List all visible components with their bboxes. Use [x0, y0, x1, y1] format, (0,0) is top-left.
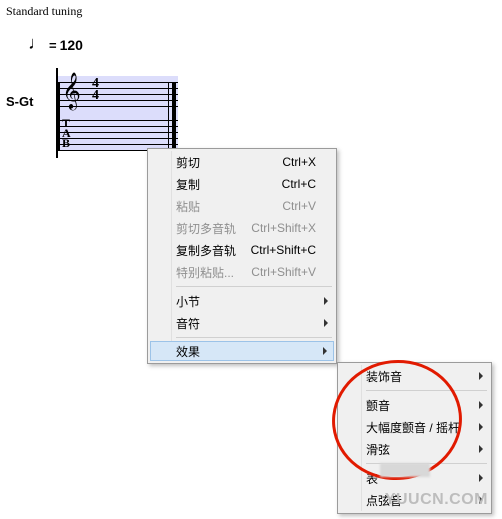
chevron-right-icon	[479, 423, 483, 431]
submenu-item-label: 大幅度颤音 / 摇杆	[366, 419, 460, 436]
chevron-right-icon	[479, 445, 483, 453]
menu-separator	[366, 390, 487, 391]
quarter-note-icon: ♩	[28, 34, 46, 52]
menu-item-4[interactable]: 复制多音轨 Ctrl+Shift+C	[150, 239, 334, 261]
track-label: S-Gt	[6, 94, 33, 109]
time-signature: 4 4	[92, 78, 99, 102]
submenu-item-2[interactable]: 大幅度颤音 / 摇杆	[340, 416, 489, 438]
menu-item-label: 音符	[176, 315, 200, 332]
menu-item-8[interactable]: 效果	[150, 341, 334, 361]
menu-item-2: 粘贴 Ctrl+V	[150, 195, 334, 217]
treble-clef-icon: 𝄞	[62, 74, 81, 106]
menu-item-1[interactable]: 复制 Ctrl+C	[150, 173, 334, 195]
menu-item-shortcut: Ctrl+V	[282, 199, 316, 213]
submenu-item-3[interactable]: 滑弦	[340, 438, 489, 460]
barline-end-thick	[172, 82, 176, 150]
menu-item-shortcut: Ctrl+X	[282, 155, 316, 169]
context-menu[interactable]: 剪切 Ctrl+X 复制 Ctrl+C 粘贴 Ctrl+V 剪切多音轨 Ctrl+Shift+…	[147, 148, 337, 364]
submenu-item-label: 颤音	[366, 397, 390, 414]
chevron-right-icon	[479, 401, 483, 409]
menu-item-0[interactable]: 剪切 Ctrl+X	[150, 151, 334, 173]
tab-staff	[58, 120, 178, 150]
menu-item-label: 复制	[176, 176, 200, 193]
barline-end-thin	[168, 82, 169, 150]
menu-item-shortcut: Ctrl+C	[282, 177, 316, 191]
submenu-item-label: 表	[366, 470, 378, 487]
chevron-right-icon	[324, 319, 328, 327]
tab-clef-label: T A B	[62, 118, 71, 148]
menu-item-label: 剪切	[176, 154, 200, 171]
tuning-label: Standard tuning	[6, 4, 82, 19]
chevron-right-icon	[324, 297, 328, 305]
tempo-equals: =	[49, 38, 57, 53]
menu-item-label: 剪切多音轨	[176, 220, 236, 237]
menu-item-7[interactable]: 音符	[150, 312, 334, 334]
menu-item-shortcut: Ctrl+Shift+X	[251, 221, 316, 235]
menu-item-label: 复制多音轨	[176, 242, 236, 259]
watermark-text: YUUCN.COM	[385, 491, 488, 509]
menu-item-shortcut: Ctrl+Shift+V	[251, 265, 316, 279]
menu-item-label: 小节	[176, 293, 200, 310]
menu-item-label: 效果	[176, 343, 200, 360]
menu-item-label: 特别粘贴...	[176, 264, 234, 281]
menu-item-6[interactable]: 小节	[150, 290, 334, 312]
chevron-right-icon	[479, 372, 483, 380]
submenu-item-1[interactable]: 颤音	[340, 394, 489, 416]
menu-separator	[176, 286, 332, 287]
tempo-indicator: ♩ = 120	[28, 36, 83, 54]
menu-item-label: 粘贴	[176, 198, 200, 215]
menu-item-5: 特别粘贴... Ctrl+Shift+V	[150, 261, 334, 283]
chevron-right-icon	[479, 474, 483, 482]
chevron-right-icon	[323, 347, 327, 355]
submenu-item-label: 滑弦	[366, 441, 390, 458]
menu-item-3: 剪切多音轨 Ctrl+Shift+X	[150, 217, 334, 239]
score-measure[interactable]: 𝄞 4 4 T A B	[56, 68, 176, 158]
blur-patch	[380, 463, 430, 477]
submenu-item-label: 装饰音	[366, 368, 402, 385]
submenu-item-0[interactable]: 装饰音	[340, 365, 489, 387]
menu-item-shortcut: Ctrl+Shift+C	[251, 243, 316, 257]
barline-start	[58, 82, 60, 150]
menu-separator	[176, 337, 332, 338]
tempo-bpm: 120	[60, 37, 83, 53]
